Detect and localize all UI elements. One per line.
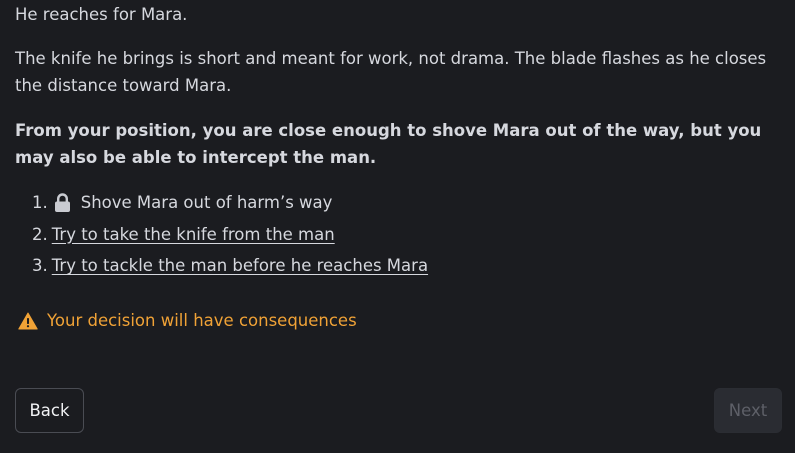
choice-prompt: From your position, you are close enough…	[15, 121, 762, 167]
warning-icon	[18, 312, 38, 329]
choice-list: 1. Shove Mara out of harm’s way 2. Try t…	[32, 189, 428, 284]
choice-link-take-knife[interactable]: Try to take the knife from the man	[52, 221, 335, 248]
choice-label: Shove Mara out of harm’s way	[80, 193, 333, 212]
choice-number: 1.	[32, 193, 48, 212]
consequence-warning: Your decision will have consequences	[18, 307, 357, 334]
choice-item: 3. Try to tackle the man before he reach…	[32, 252, 428, 284]
story-page: He reaches for Mara. The knife he brings…	[0, 0, 795, 453]
story-paragraph: He reaches for Mara.	[15, 5, 188, 24]
back-button[interactable]: Back	[15, 388, 84, 433]
lock-icon	[54, 193, 70, 212]
warning-text: Your decision will have consequences	[47, 311, 357, 330]
story-paragraph: The knife he brings is short and meant f…	[15, 49, 767, 95]
next-button[interactable]: Next	[714, 388, 782, 433]
choice-link-tackle-man[interactable]: Try to tackle the man before he reaches …	[52, 252, 428, 279]
choice-item-locked: 1. Shove Mara out of harm’s way	[32, 189, 428, 221]
choice-number: 3.	[32, 256, 48, 275]
choice-item: 2. Try to take the knife from the man	[32, 221, 428, 253]
choice-number: 2.	[32, 224, 48, 244]
